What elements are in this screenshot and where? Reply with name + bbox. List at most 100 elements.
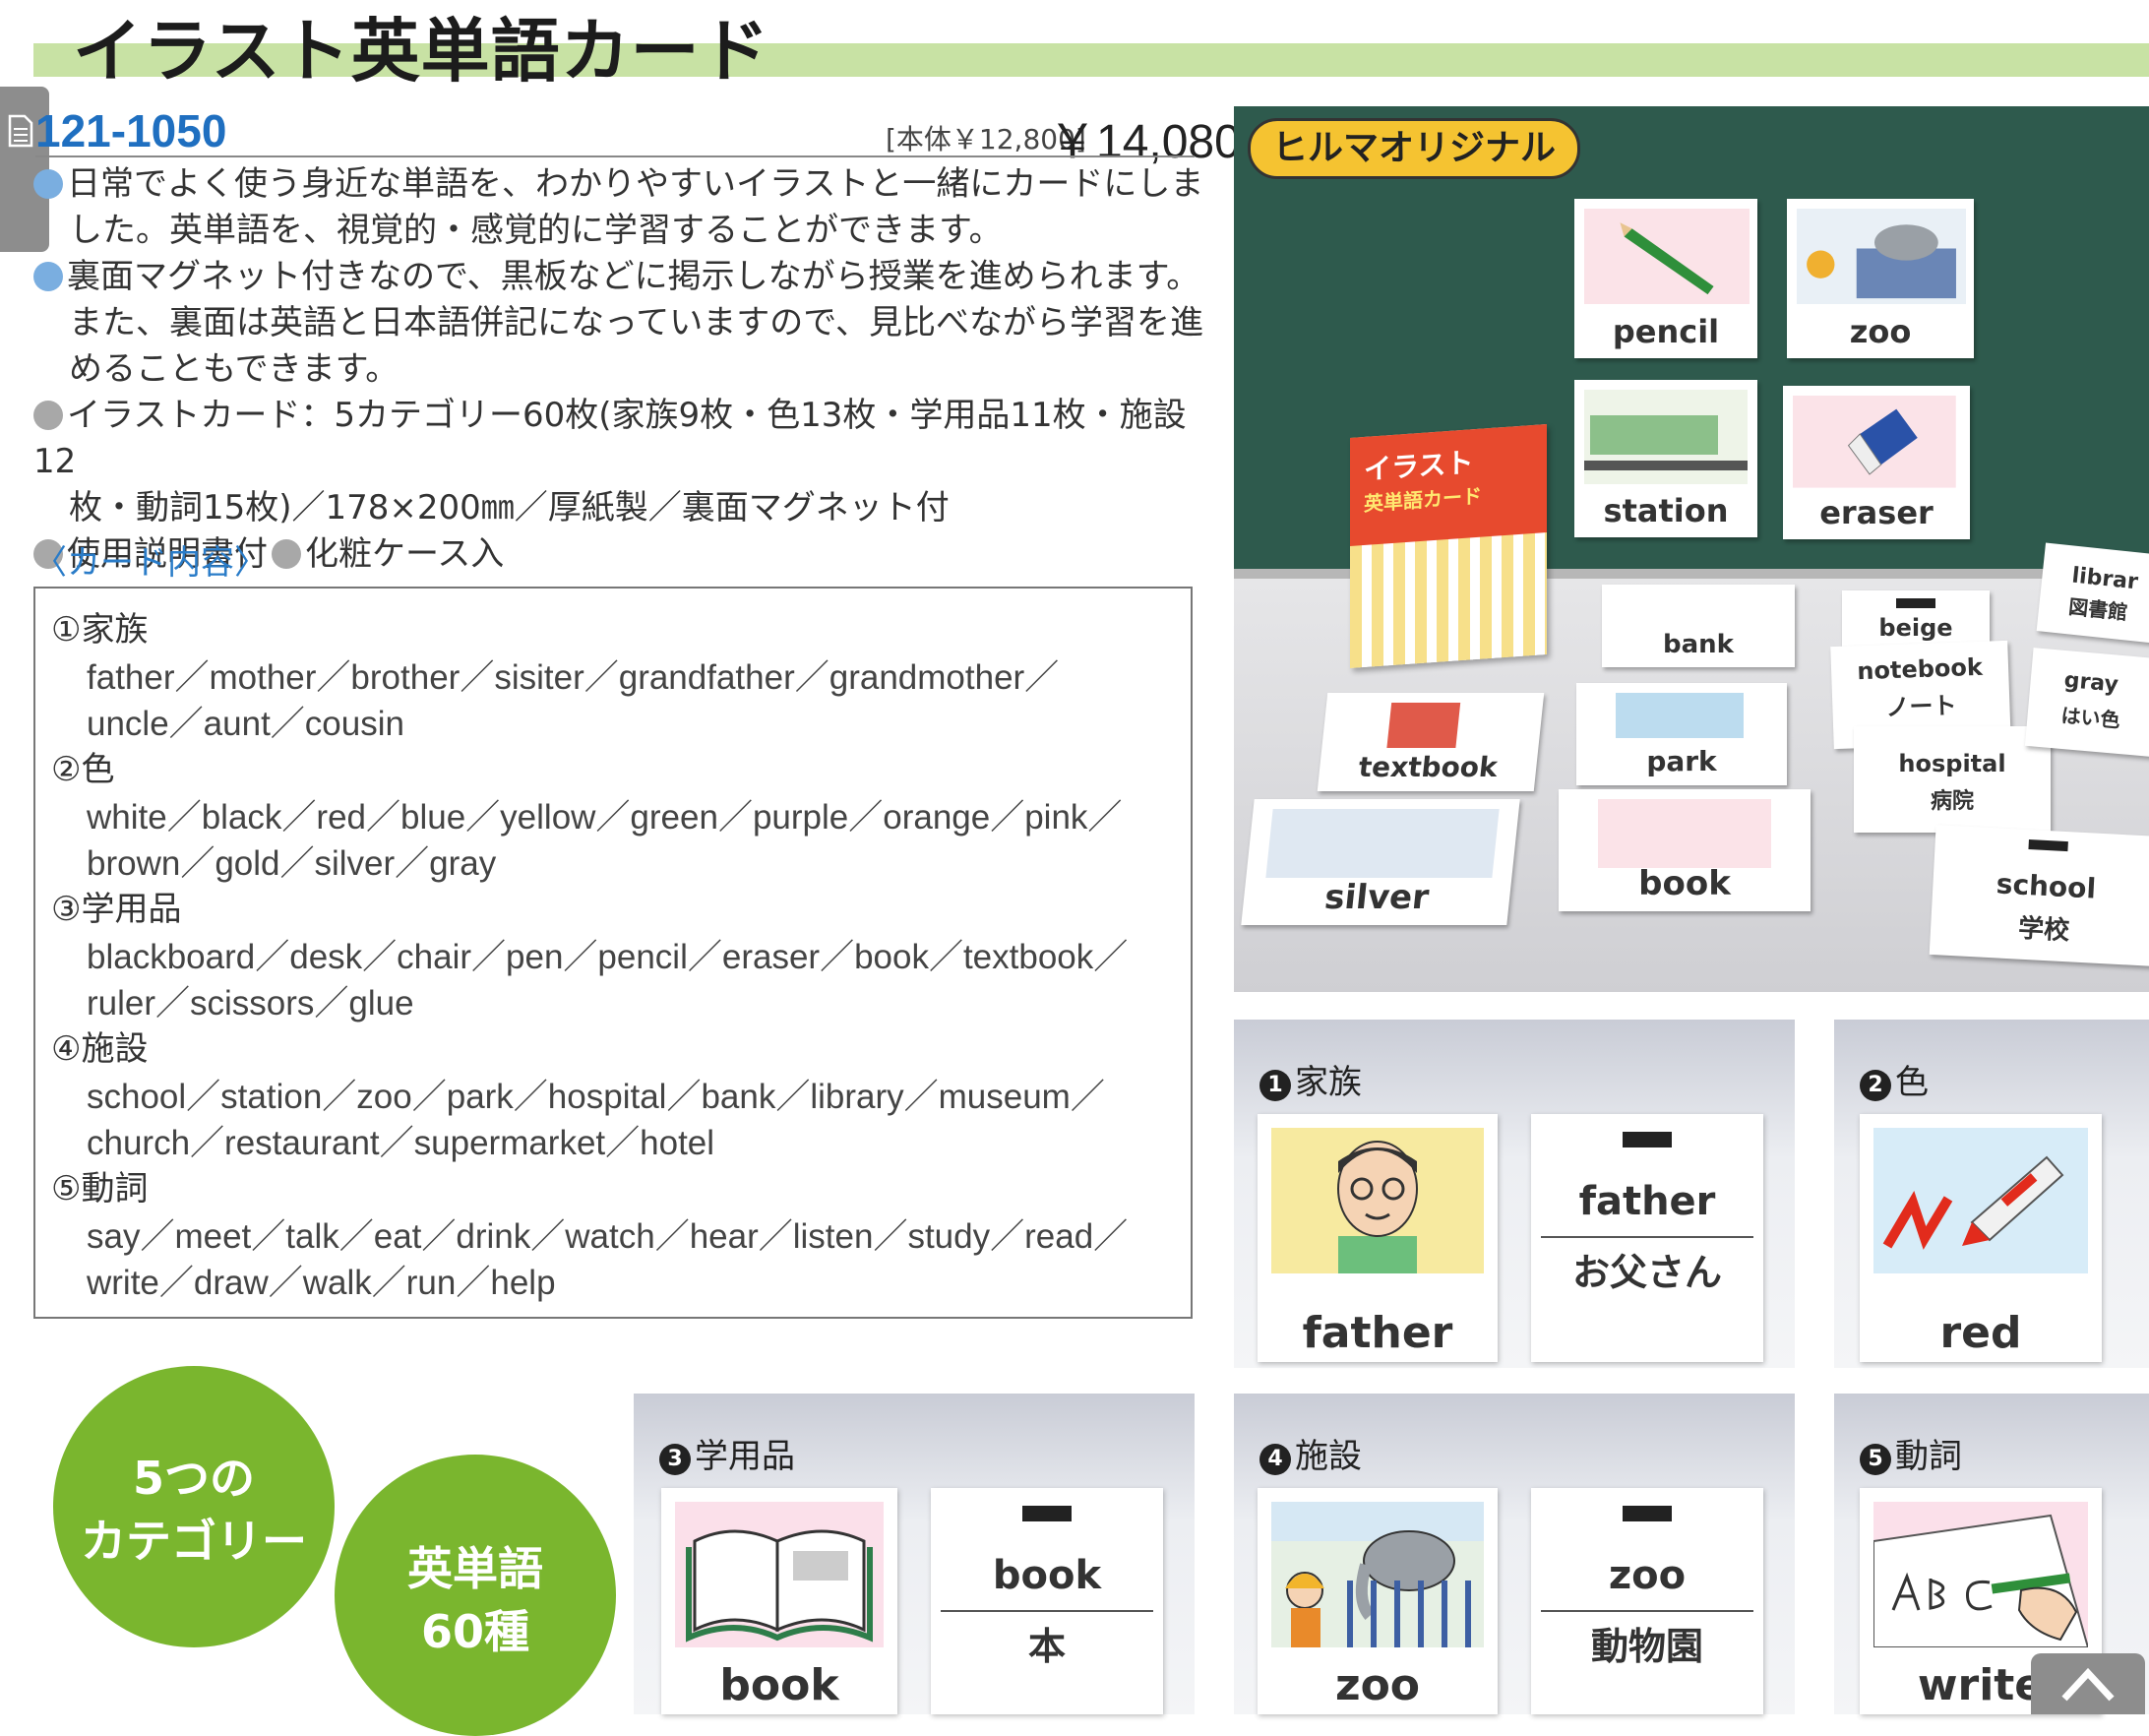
card-label-ja: はい色	[2059, 703, 2121, 732]
word-group-line: write／draw／walk／run／help	[87, 1264, 556, 1302]
number-badge: 2	[1860, 1070, 1891, 1101]
photo-card-zoo: zoo	[1787, 199, 1974, 358]
card-label: zoo	[1334, 1660, 1421, 1710]
photo-card-silver: silver	[1241, 799, 1520, 925]
card-label-ja: 動物園	[1590, 1625, 1703, 1668]
zoo-elephant-icon	[1271, 1502, 1484, 1647]
card-rule	[941, 1610, 1153, 1612]
word-group-heading: ①家族	[51, 610, 149, 650]
card-label: father	[1302, 1308, 1453, 1358]
card-front-book: book	[661, 1488, 897, 1714]
card-label-en: father	[1578, 1179, 1716, 1224]
card-bar	[1623, 1506, 1672, 1521]
card-label-ja: 病院	[1930, 789, 1974, 814]
description-text: 日常でよく使う身近な単語を、わかりやすいイラストと一緒にカードにしま	[67, 164, 1204, 204]
crayon-icon	[1265, 809, 1500, 878]
word-group-heading: ⑤動詞	[51, 1169, 149, 1209]
scroll-to-top-button[interactable]	[2031, 1653, 2145, 1714]
card-back-zoo: zoo 動物園	[1531, 1488, 1763, 1714]
card-back-father: father お父さん	[1531, 1114, 1763, 1362]
bullet-icon	[33, 169, 63, 199]
bullet-icon	[33, 262, 63, 291]
book-icon	[675, 1502, 884, 1647]
word-group-line: white／black／red／blue／yellow／green／purple…	[87, 798, 1123, 837]
category-title: 2色	[1860, 1055, 1929, 1103]
card-label: notebook	[1856, 652, 1984, 686]
station-icon	[1584, 390, 1748, 484]
category-name: 施設	[1295, 1437, 1362, 1476]
word-group-line: brown／gold／silver／gray	[87, 844, 497, 883]
card-bar	[1623, 1132, 1672, 1147]
card-label-en: zoo	[1608, 1553, 1687, 1598]
photo-back-card: hospital 病院	[1854, 726, 2051, 833]
photo-back-card: gray はい色	[2024, 648, 2149, 758]
card-label: station	[1603, 492, 1729, 529]
category-name: 動詞	[1895, 1437, 1962, 1476]
category-name: 色	[1895, 1063, 1929, 1102]
card-label: school	[1996, 867, 2097, 905]
word-group-line: ruler／scissors／glue	[87, 984, 414, 1023]
chevron-up-icon	[2061, 1667, 2115, 1702]
photo-card-textbook: textbook	[1317, 693, 1545, 791]
card-label-ja: ノート	[1884, 691, 1957, 722]
card-label: eraser	[1819, 494, 1934, 531]
category-name: 学用品	[695, 1437, 795, 1476]
book-icon	[1598, 799, 1771, 868]
photo-card-book: book	[1559, 789, 1811, 911]
five-categories-badge: 5つの カテゴリー	[53, 1366, 335, 1647]
card-bar	[1022, 1506, 1072, 1521]
card-label: park	[1646, 745, 1717, 777]
number-badge: 3	[659, 1444, 691, 1475]
category-title: 5 動詞	[1860, 1429, 1962, 1477]
category-panel-facility: 4 施設 zoo zoo 動物園	[1234, 1394, 1795, 1714]
red-crayon-icon	[1873, 1128, 2088, 1273]
badge-text: カテゴリー	[81, 1515, 307, 1568]
word-group-heading: ③学用品	[51, 890, 182, 929]
category-title: 4 施設	[1259, 1429, 1362, 1477]
category-title: 3 学用品	[659, 1429, 795, 1477]
photo-card-park: park	[1576, 683, 1787, 785]
word-group-line: father／mother／brother／sisiter／grandfathe…	[87, 658, 1060, 697]
product-case: イラスト 英単語カード	[1350, 424, 1547, 668]
card-label: book	[1638, 864, 1731, 903]
word-group-line: blackboard／desk／chair／pen／pencil／eraser／…	[87, 938, 1129, 976]
number-badge: 5	[1860, 1444, 1891, 1475]
eraser-icon	[1793, 396, 1956, 488]
zoo-icon	[1797, 209, 1967, 305]
pencil-icon	[1584, 209, 1750, 305]
badge-text: 60種	[420, 1605, 529, 1658]
original-badge: ヒルマオリジナル	[1248, 118, 1581, 179]
description-p2: 裏面マグネット付きなので、黒板などに掲示しながら授業を進められます。 また、裏面…	[33, 254, 1204, 393]
card-label-ja: 学校	[2017, 913, 2070, 947]
father-illustration-icon	[1271, 1128, 1484, 1273]
textbook-icon	[1386, 703, 1461, 748]
card-bar	[1896, 598, 1935, 608]
writing-hand-icon	[1873, 1502, 2088, 1647]
description-text: めることもできます。	[69, 349, 399, 389]
card-label-ja: 本	[1027, 1625, 1066, 1668]
card-label: beige	[1878, 614, 1953, 642]
description-p1: 日常でよく使う身近な単語を、わかりやすいイラストと一緒にカードにしま した。英単…	[33, 161, 1204, 254]
divider	[35, 155, 1195, 157]
photo-card-pencil: pencil	[1574, 199, 1757, 358]
description-text: 裏面マグネット付きなので、黒板などに掲示しながら授業を進められます。	[67, 257, 1200, 296]
word-group-line: say／meet／talk／eat／drink／watch／hear／liste…	[87, 1217, 1129, 1256]
card-label-ja: お父さん	[1571, 1251, 1722, 1294]
photo-card-station: station	[1574, 380, 1757, 537]
card-label: book	[719, 1660, 839, 1710]
document-icon[interactable]	[8, 114, 33, 148]
spec-text: 化粧ケース入	[305, 534, 505, 574]
badge-text: 5つの	[132, 1452, 255, 1505]
card-label: red	[1939, 1308, 2022, 1358]
sixty-words-badge: 英単語 60種	[335, 1455, 616, 1736]
product-photo: ヒルマオリジナル pencil zoo station eraser イラスト …	[1234, 106, 2149, 992]
bullet-icon	[272, 539, 301, 569]
card-label: pencil	[1612, 313, 1720, 350]
page-title: イラスト英単語カード	[73, 11, 770, 92]
description-text: した。英単語を、視覚的・感覚的に学習することができます。	[69, 211, 1003, 250]
photo-back-card: librar 図書館	[2036, 542, 2149, 645]
category-title: 1 家族	[1259, 1055, 1362, 1103]
card-contents-label: 〈カード内容〉	[33, 543, 268, 583]
card-label: textbook	[1357, 751, 1500, 783]
card-label: zoo	[1849, 313, 1912, 350]
